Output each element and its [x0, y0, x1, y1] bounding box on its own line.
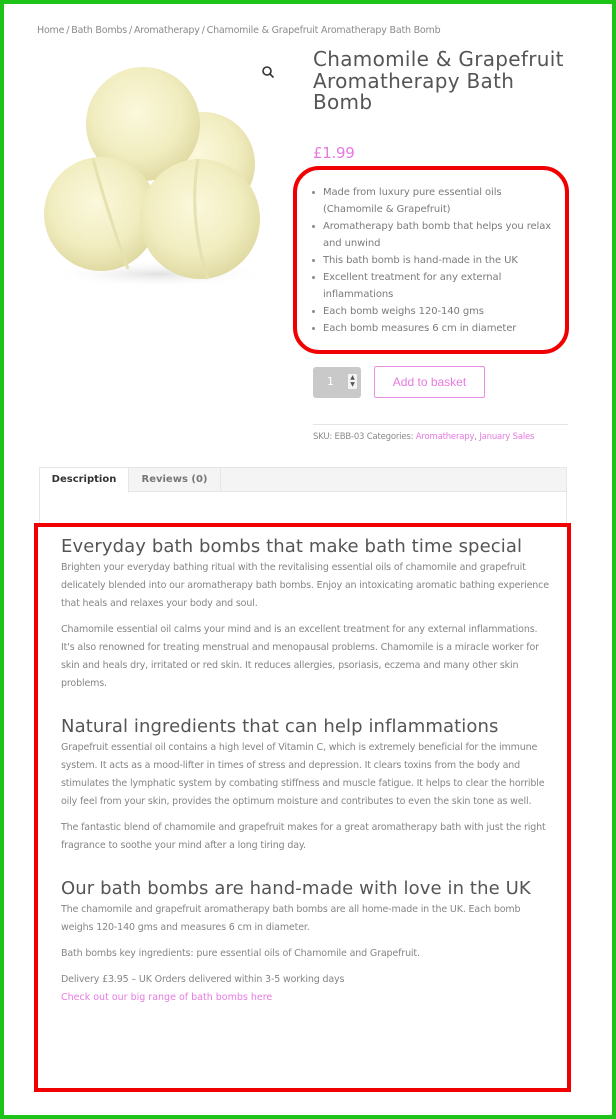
- feature-list-highlight: Made from luxury pure essential oils (Ch…: [293, 166, 569, 354]
- section-heading: Our bath bombs are hand-made with love i…: [61, 878, 531, 899]
- section-paragraph: Grapefruit essential oil contains a high…: [61, 742, 545, 807]
- section-paragraph: The chamomile and grapefruit aromatherap…: [61, 904, 521, 933]
- breadcrumb-separator: /: [201, 25, 205, 36]
- chevron-down-icon[interactable]: ▼: [348, 381, 357, 388]
- feature-item: Made from luxury pure essential oils (Ch…: [311, 184, 561, 218]
- delivery-info: Delivery £3.95 – UK Orders delivered wit…: [61, 974, 345, 985]
- section-paragraph: Brighten your everyday bathing ritual wi…: [61, 562, 549, 609]
- page-frame: Home / Bath Bombs / Aromatherapy / Chamomile &…: [4, 4, 612, 1115]
- feature-item: Each bomb weighs 120-140 gms: [311, 303, 561, 320]
- product-price: £1.99: [313, 144, 355, 162]
- feature-item: Each bomb measures 6 cm in diameter: [311, 320, 561, 337]
- tab-reviews[interactable]: Reviews (0): [129, 468, 221, 492]
- sku-label: SKU:: [313, 432, 333, 442]
- breadcrumb-bath-bombs[interactable]: Bath Bombs: [71, 25, 127, 36]
- breadcrumb-home[interactable]: Home: [37, 25, 64, 36]
- quantity-stepper[interactable]: 1 ▲ ▼: [313, 367, 361, 398]
- comma: ,: [474, 432, 477, 442]
- product-title: Chamomile & Grapefruit Aromatherapy Bath…: [313, 47, 564, 114]
- feature-item: Excellent treatment for any external inf…: [311, 269, 561, 303]
- category-link-january-sales[interactable]: January Sales: [479, 432, 534, 442]
- breadcrumb-aromatherapy[interactable]: Aromatherapy: [134, 25, 200, 36]
- description-section: Our bath bombs are hand-made with love i…: [61, 877, 551, 1007]
- feature-list: Made from luxury pure essential oils (Ch…: [311, 184, 561, 337]
- breadcrumb-separator: /: [66, 25, 70, 36]
- bath-bomb-right: [140, 159, 260, 279]
- description-section: Natural ingredients that can help inflam…: [61, 715, 551, 855]
- section-paragraph: Chamomile essential oil calms your mind …: [61, 624, 539, 689]
- feature-item: Aromatherapy bath bomb that helps you re…: [311, 218, 561, 252]
- breadcrumb-current: Chamomile & Grapefruit Aromatherapy Bath…: [206, 25, 441, 36]
- section-heading: Everyday bath bombs that make bath time …: [61, 536, 523, 557]
- product-meta: SKU: EBB-03 Categories: Aromatherapy, Ja…: [313, 432, 534, 442]
- chevron-up-icon[interactable]: ▲: [348, 374, 357, 381]
- sku-value: EBB-03: [334, 432, 365, 442]
- description-content: Everyday bath bombs that make bath time …: [61, 535, 551, 1029]
- bath-bombs-range-link[interactable]: Check out our big range of bath bombs he…: [61, 989, 551, 1007]
- description-highlight: Everyday bath bombs that make bath time …: [34, 523, 571, 1092]
- product-image[interactable]: [38, 59, 278, 289]
- divider: [313, 424, 568, 425]
- breadcrumb-separator: /: [128, 25, 132, 36]
- feature-item: This bath bomb is hand-made in the UK: [311, 252, 561, 269]
- categories-label: Categories:: [366, 432, 414, 442]
- tab-description[interactable]: Description: [40, 468, 129, 493]
- category-link-aromatherapy[interactable]: Aromatherapy: [416, 432, 475, 442]
- section-heading: Natural ingredients that can help inflam…: [61, 716, 499, 737]
- description-section: Everyday bath bombs that make bath time …: [61, 535, 551, 693]
- quantity-value[interactable]: 1: [327, 375, 334, 388]
- product-tabs: Description Reviews (0): [39, 467, 567, 528]
- section-paragraph: Bath bombs key ingredients: pure essenti…: [61, 948, 420, 959]
- magnifier-icon[interactable]: [260, 64, 276, 80]
- add-to-basket-button[interactable]: Add to basket: [374, 366, 485, 398]
- breadcrumb: Home / Bath Bombs / Aromatherapy / Chamomile &…: [37, 25, 441, 36]
- section-paragraph: The fantastic blend of chamomile and gra…: [61, 822, 546, 851]
- quantity-spinner[interactable]: ▲ ▼: [348, 374, 357, 389]
